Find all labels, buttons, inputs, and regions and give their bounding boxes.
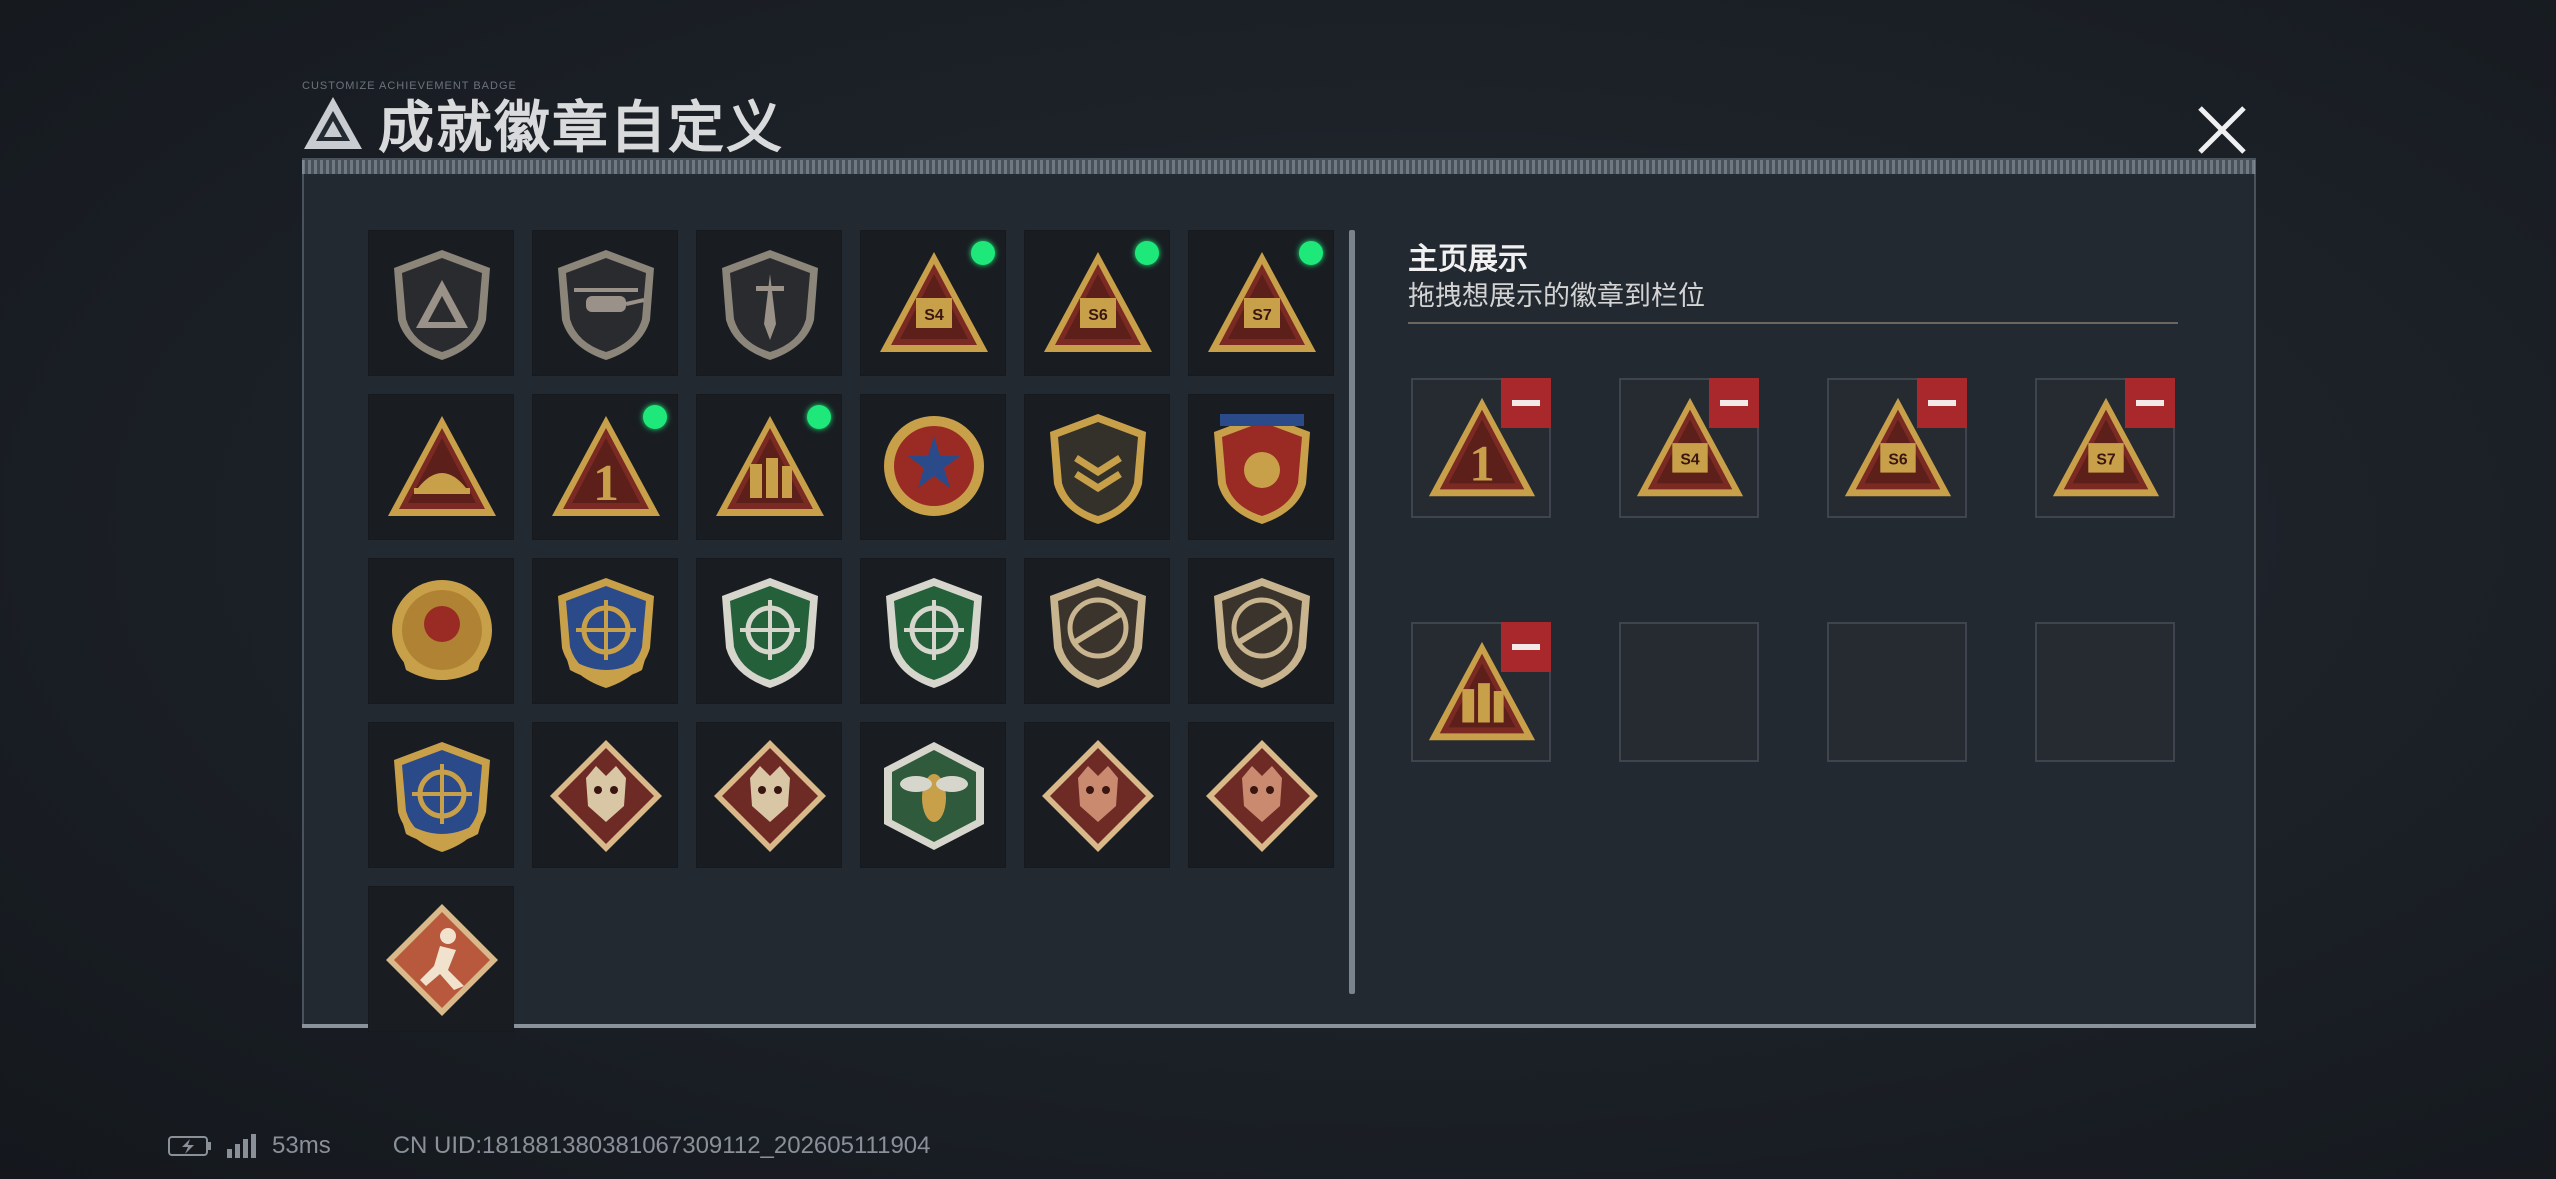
display-subtitle: 拖拽想展示的徽章到栏位	[1408, 281, 1705, 311]
gold-emblem-badge-icon	[392, 580, 492, 680]
delta-logo-icon	[304, 97, 362, 149]
display-title: 主页展示	[1408, 243, 1528, 276]
badge-cell[interactable]	[1024, 558, 1170, 704]
dragon-diamond-2-badge-icon	[1206, 740, 1318, 852]
badge-cell[interactable]	[368, 558, 514, 704]
minus-icon	[1928, 400, 1956, 406]
badge-cell[interactable]	[696, 230, 842, 376]
rifle-bronze-shield-2-badge-icon	[1214, 578, 1310, 688]
dragon-diamond-badge-icon	[1042, 740, 1154, 852]
display-divider	[1408, 322, 2178, 324]
badge-cell[interactable]	[860, 394, 1006, 540]
badge-cell[interactable]	[1188, 722, 1334, 868]
badge-cell[interactable]	[696, 558, 842, 704]
runner-diamond-badge-icon	[386, 904, 498, 1016]
svg-text:1: 1	[1469, 435, 1495, 492]
triangle-logo-shield-badge-icon	[394, 250, 490, 360]
display-slot-empty[interactable]	[1827, 622, 1967, 762]
page-title: 成就徽章自定义	[378, 95, 784, 159]
new-indicator-dot	[807, 405, 831, 429]
panel-top-decoration	[302, 160, 2256, 174]
battery-icon	[168, 1136, 211, 1156]
new-indicator-dot	[1299, 241, 1323, 265]
crosshair-green-shield-badge-icon	[722, 578, 818, 688]
scrollbar[interactable]	[1349, 230, 1355, 994]
badge-cell[interactable]	[532, 722, 678, 868]
svg-text:S6: S6	[1888, 452, 1907, 469]
remove-badge-button[interactable]	[1501, 622, 1551, 672]
svg-text:S4: S4	[924, 307, 944, 324]
helicopter-shield-badge-icon	[558, 250, 654, 360]
svg-text:S6: S6	[1088, 307, 1108, 324]
close-icon[interactable]	[2192, 100, 2252, 160]
badge-cell[interactable]	[368, 394, 514, 540]
badge-cell[interactable]: S7	[1188, 230, 1334, 376]
dagger-shield-badge-icon	[722, 250, 818, 360]
new-indicator-dot	[643, 405, 667, 429]
panel-bottom-decoration	[302, 1024, 2256, 1028]
badge-cell[interactable]	[1188, 394, 1334, 540]
rifle-bronze-shield-badge-icon	[1050, 578, 1146, 688]
badge-cell[interactable]	[368, 886, 514, 1032]
laurel-crest-badge-icon	[1214, 414, 1310, 524]
user-uid: CN UID:181881380381067309112_20260511190…	[392, 1132, 931, 1159]
display-slot-filled[interactable]: 1	[1411, 378, 1551, 518]
badge-cell[interactable]	[696, 394, 842, 540]
display-slot-filled[interactable]	[1411, 622, 1551, 762]
new-indicator-dot	[971, 241, 995, 265]
badge-cell[interactable]	[860, 722, 1006, 868]
remove-badge-button[interactable]	[1501, 378, 1551, 428]
display-slot-filled[interactable]: S7	[2035, 378, 2175, 518]
minus-icon	[1512, 644, 1540, 650]
remove-badge-button[interactable]	[2125, 378, 2175, 428]
chevron-shield-badge-icon	[1050, 414, 1146, 524]
svg-text:S7: S7	[2096, 452, 2115, 469]
minus-icon	[1512, 400, 1540, 406]
remove-badge-button[interactable]	[1917, 378, 1967, 428]
badge-cell[interactable]	[1024, 394, 1170, 540]
crosshair-gold-shield-badge-icon	[558, 578, 654, 688]
badge-cell[interactable]	[696, 722, 842, 868]
svg-text:1: 1	[593, 455, 619, 512]
header: 成就徽章自定义	[302, 88, 784, 159]
badge-cell[interactable]: 1	[532, 394, 678, 540]
wolf-diamond-2-badge-icon	[714, 740, 826, 852]
display-slot-empty[interactable]	[1619, 622, 1759, 762]
crosshair-blue-gold-shield-badge-icon	[394, 742, 490, 852]
minus-icon	[2136, 400, 2164, 406]
helmet-triangle-badge-icon	[388, 416, 496, 516]
display-slot-filled[interactable]: S4	[1619, 378, 1759, 518]
wolf-diamond-badge-icon	[550, 740, 662, 852]
remove-badge-button[interactable]	[1709, 378, 1759, 428]
badge-cell[interactable]	[860, 558, 1006, 704]
svg-text:S4: S4	[1680, 452, 1699, 469]
star-medal-badge-icon	[884, 416, 984, 516]
new-indicator-dot	[1135, 241, 1159, 265]
ping-value: 53ms	[272, 1132, 331, 1159]
crosshair-green-shield-2-badge-icon	[886, 578, 982, 688]
minus-icon	[1720, 400, 1748, 406]
signal-icon	[227, 1134, 256, 1158]
display-slot-empty[interactable]	[2035, 622, 2175, 762]
wasp-hexagon-badge-icon	[884, 742, 984, 850]
badge-cell[interactable]	[1188, 558, 1334, 704]
badge-cell[interactable]	[532, 230, 678, 376]
status-bar: 53ms CN UID:181881380381067309112_202605…	[168, 1130, 931, 1162]
badge-cell[interactable]	[368, 722, 514, 868]
badge-cell[interactable]: S6	[1024, 230, 1170, 376]
badge-cell[interactable]: S4	[860, 230, 1006, 376]
badge-cell[interactable]	[1024, 722, 1170, 868]
badge-cell[interactable]	[368, 230, 514, 376]
display-slot-filled[interactable]: S6	[1827, 378, 1967, 518]
svg-text:S7: S7	[1252, 307, 1272, 324]
badge-cell[interactable]	[532, 558, 678, 704]
